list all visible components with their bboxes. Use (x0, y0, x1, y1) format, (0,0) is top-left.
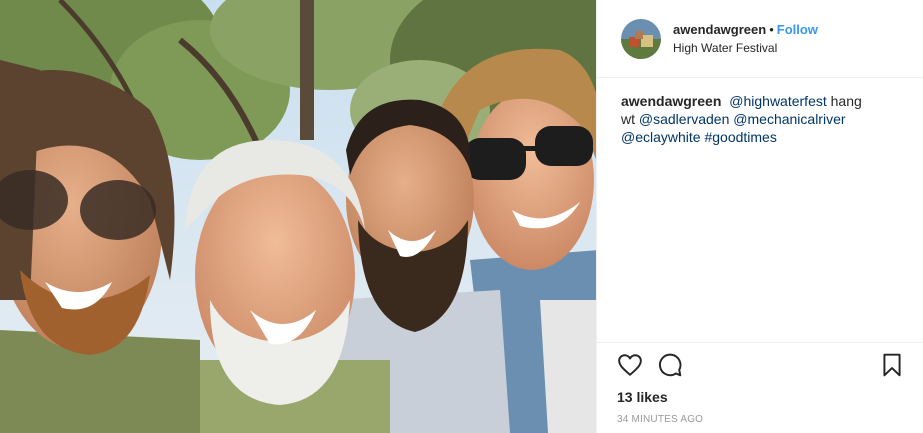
post-sidebar: awendawgreen • Follow High Water Festival … (596, 0, 923, 433)
separator-dot: • (769, 21, 774, 37)
post-actions: 13 likes 34 MINUTES AGO (597, 342, 923, 425)
heart-icon[interactable] (617, 352, 643, 378)
header-meta: awendawgreen • Follow High Water Festival (673, 21, 818, 57)
avatar[interactable] (621, 18, 661, 59)
post-header: awendawgreen • Follow High Water Festival (597, 0, 923, 78)
mention-highwaterfest[interactable]: @highwaterfest (729, 93, 826, 109)
mention-mechanicalriver[interactable]: @mechanicalriver (733, 111, 845, 127)
post-timestamp[interactable]: 34 MINUTES AGO (617, 414, 907, 425)
bookmark-icon[interactable] (879, 352, 905, 378)
hashtag-goodtimes[interactable]: #goodtimes (704, 129, 776, 145)
selfie-photo-illustration (0, 0, 596, 433)
location-link[interactable]: High Water Festival (673, 39, 818, 57)
instagram-post: awendawgreen • Follow High Water Festival … (0, 0, 923, 433)
post-photo[interactable] (0, 0, 596, 433)
caption-username[interactable]: awendawgreen (621, 93, 721, 109)
username-link[interactable]: awendawgreen (673, 22, 766, 37)
mention-eclaywhite[interactable]: @eclaywhite (621, 129, 701, 145)
comment-icon[interactable] (657, 352, 683, 378)
follow-button[interactable]: Follow (777, 22, 818, 37)
avatar-image (621, 18, 661, 59)
caption: awendawgreen @highwaterfest hang wt @sad… (597, 78, 897, 146)
mention-sadlervaden[interactable]: @sadlervaden (639, 111, 730, 127)
action-icons (617, 351, 907, 379)
likes-count[interactable]: 13 likes (617, 389, 907, 405)
